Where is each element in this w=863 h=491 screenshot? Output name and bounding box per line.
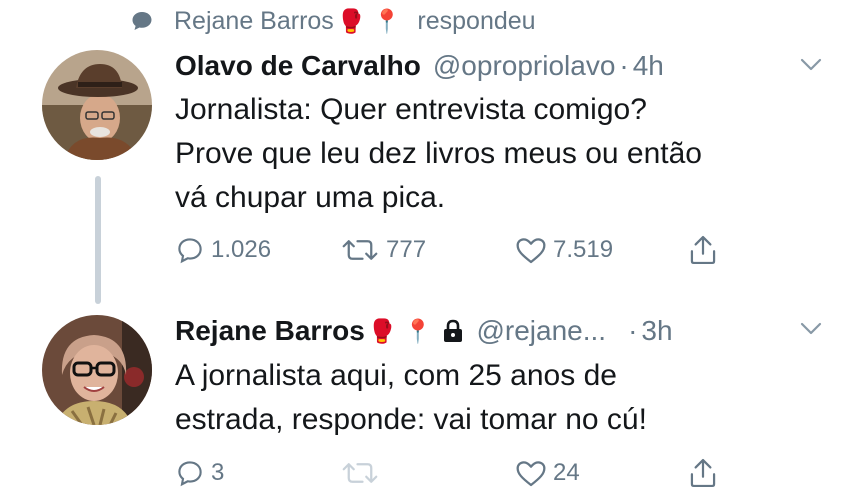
avatar[interactable]: [42, 315, 152, 425]
share-icon: [690, 458, 716, 488]
tweet-time[interactable]: 3h: [641, 315, 672, 347]
tweet-text: Jornalista: Quer entrevista comigo? Prov…: [175, 88, 702, 220]
share-icon: [690, 235, 716, 265]
author-emojis: 🥊 📍: [367, 318, 433, 345]
reply-button[interactable]: 1.026: [175, 235, 271, 265]
reply-icon: [178, 238, 202, 264]
tweet-header: Rejane Barros 🥊 📍 @rejane... · 3h: [175, 313, 673, 349]
author-name[interactable]: Rejane Barros: [175, 315, 365, 347]
reply-count: 3: [211, 459, 225, 486]
avatar-man-hat-image: [42, 50, 152, 160]
retweet-icon: [342, 240, 378, 260]
reply-context-header: Rejane Barros 🥊 📍 respondeu: [130, 6, 536, 36]
like-button[interactable]: 7.519: [515, 235, 613, 265]
reply-action-text: respondeu: [417, 6, 536, 35]
like-button[interactable]: 24: [515, 458, 580, 488]
heart-icon: [516, 461, 546, 487]
reply-author-name[interactable]: Rejane Barros: [174, 7, 334, 36]
share-button[interactable]: [688, 234, 718, 266]
reply-icon: [178, 461, 202, 487]
avatar-woman-glasses-image: [42, 315, 152, 425]
tweet-actions: 3 24: [0, 455, 863, 491]
tweet-text-line: A jornalista aqui, com 25 anos de: [175, 359, 617, 392]
tweet-header: Olavo de Carvalho @opropriolavo · 4h: [175, 48, 664, 84]
tweet-text: A jornalista aqui, com 25 anos de estrad…: [175, 354, 647, 442]
tweet-time[interactable]: 4h: [633, 50, 664, 82]
lock-icon: [444, 319, 463, 342]
tweet-text-line: vá chupar uma pica.: [175, 181, 446, 214]
separator-dot: ·: [628, 315, 638, 346]
like-count: 24: [553, 459, 580, 486]
reply-author-emojis: 🥊 📍: [336, 8, 402, 35]
separator-dot: ·: [619, 50, 629, 81]
like-count: 7.519: [553, 236, 614, 263]
author-handle[interactable]: @opropriolavo: [433, 50, 616, 82]
chevron-down-icon[interactable]: [800, 322, 822, 336]
retweet-count: 777: [386, 236, 427, 263]
avatar[interactable]: [42, 50, 152, 160]
tweet-text-line: Jornalista: Quer entrevista comigo?: [175, 93, 647, 126]
reply-count: 1.026: [211, 236, 272, 263]
tweet-text-line: estrada, responde: vai tomar no cú!: [175, 403, 647, 436]
speech-bubble-icon: [132, 12, 152, 30]
reply-button[interactable]: 3: [175, 458, 224, 488]
author-name[interactable]: Olavo de Carvalho: [175, 50, 421, 82]
share-button[interactable]: [688, 457, 718, 489]
heart-icon: [516, 238, 546, 264]
tweet-text-line: Prove que leu dez livros meus ou então: [175, 137, 702, 170]
retweet-button[interactable]: [340, 458, 386, 488]
chevron-down-icon[interactable]: [800, 58, 822, 72]
author-handle[interactable]: @rejane...: [476, 315, 606, 347]
tweet-actions: 1.026 777 7.519: [0, 232, 863, 268]
retweet-icon: [342, 463, 378, 483]
retweet-button[interactable]: 777: [340, 235, 426, 265]
